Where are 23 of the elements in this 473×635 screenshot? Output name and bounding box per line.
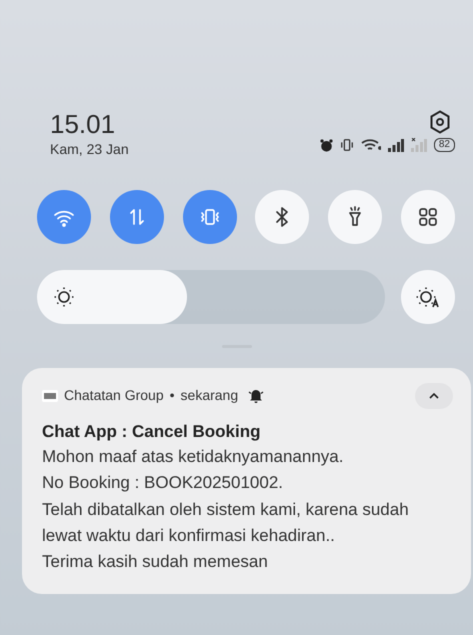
settings-icon[interactable] [429,110,451,134]
notification-title: Chat App : Cancel Booking [42,420,262,443]
vibrate-icon [340,138,354,152]
notification-time: sekarang [180,386,238,406]
alarm-clock-icon [320,138,333,152]
message-line: Terima kasih sudah memesan [42,551,269,574]
message-line: No Booking : BOOK202501002. [42,472,284,494]
date-text: Kam, 23 Jan [50,140,129,159]
signal-icon [388,138,404,152]
separator-dot: • [170,386,175,406]
message-line: Mohon maaf atas ketidaknyamanannya. [42,446,344,468]
signal-off-icon [410,138,427,152]
chevron-up-icon [429,392,439,399]
sun-letter-a-icon [415,286,441,308]
app-name: Chatatan Group [64,386,164,406]
bell-icon [248,388,264,404]
message-line: Telah dibatalkan oleh sistem kami, karena sudah lewat waktu dari konfirmasi kehadiran.. [42,498,410,548]
sun-icon [53,286,75,308]
battery-indicator: 82 [434,138,455,152]
clock-time: 15.01 [50,110,116,139]
app-icon [42,390,58,402]
collapse-button[interactable] [415,382,453,409]
wifi-icon [360,138,381,152]
